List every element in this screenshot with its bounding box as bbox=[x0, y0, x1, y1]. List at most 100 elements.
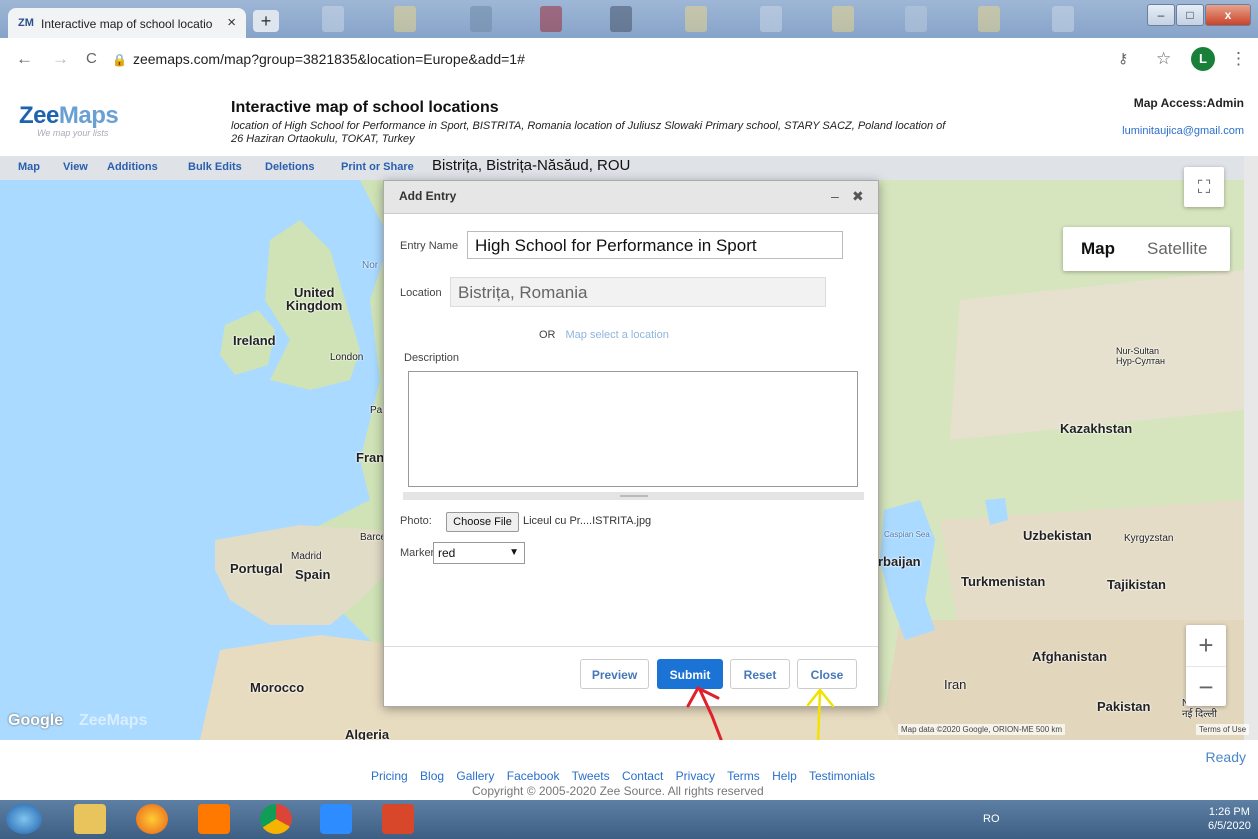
map-label-kazakhstan: Kazakhstan bbox=[1060, 421, 1133, 436]
marker-select[interactable]: red ▼ bbox=[433, 542, 525, 564]
dialog-divider bbox=[384, 646, 878, 647]
footer-link-tweets[interactable]: Tweets bbox=[572, 769, 610, 783]
file-explorer-icon[interactable] bbox=[74, 804, 106, 834]
zoom-app-icon[interactable] bbox=[320, 804, 352, 834]
background-window-icon bbox=[540, 6, 562, 32]
google-logo: Google bbox=[8, 712, 64, 729]
back-icon[interactable]: ← bbox=[16, 49, 33, 69]
background-window-icon bbox=[394, 6, 416, 32]
zoom-in-button[interactable]: + bbox=[1186, 625, 1226, 665]
reload-icon[interactable]: C bbox=[86, 50, 97, 67]
orange-app-icon[interactable] bbox=[198, 804, 230, 834]
tab-title: Interactive map of school locatio bbox=[41, 17, 213, 31]
map-type-satellite-button[interactable]: Satellite bbox=[1147, 239, 1207, 259]
dialog-minimize-icon[interactable]: – bbox=[831, 188, 839, 204]
new-tab-button[interactable]: + bbox=[253, 10, 279, 32]
footer-link-privacy[interactable]: Privacy bbox=[676, 769, 715, 783]
map-description: location of High School for Performance … bbox=[231, 120, 946, 145]
dialog-title: Add Entry bbox=[399, 189, 457, 203]
bookmark-star-icon[interactable]: ☆ bbox=[1156, 49, 1171, 69]
forward-icon[interactable]: → bbox=[52, 49, 69, 69]
lock-icon: 🔒 bbox=[112, 53, 127, 67]
menu-bulk-edits[interactable]: Bulk Edits bbox=[188, 161, 242, 173]
menu-view[interactable]: View bbox=[63, 161, 88, 173]
entry-name-field[interactable]: High School for Performance in Sport bbox=[467, 231, 843, 259]
browser-tab[interactable]: ZM Interactive map of school locatio × bbox=[8, 8, 246, 38]
taskbar-clock[interactable]: 1:26 PM 6/5/2020 bbox=[1208, 805, 1251, 833]
url-text: zeemaps.com/map?group=3821835&location=E… bbox=[132, 51, 525, 67]
footer-link-blog[interactable]: Blog bbox=[420, 769, 444, 783]
footer-link-testimonials[interactable]: Testimonials bbox=[809, 769, 875, 783]
browser-menu-icon[interactable]: ⋮ bbox=[1230, 49, 1247, 69]
footer-link-pricing[interactable]: Pricing bbox=[371, 769, 408, 783]
grip-icon bbox=[620, 495, 648, 497]
or-text: OR bbox=[539, 329, 556, 341]
marker-label: Marker bbox=[400, 547, 435, 559]
map-label-ireland: Ireland bbox=[233, 333, 276, 348]
description-label: Description bbox=[404, 352, 460, 364]
minimize-window-button[interactable]: – bbox=[1147, 4, 1175, 26]
system-tray[interactable]: RO bbox=[983, 813, 1000, 825]
map-label-turkmenistan: Turkmenistan bbox=[961, 574, 1046, 589]
location-field[interactable]: Bistrița, Romania bbox=[450, 277, 826, 307]
close-button[interactable]: Close bbox=[797, 659, 857, 689]
windows-taskbar: RO 1:26 PM 6/5/2020 bbox=[0, 800, 1258, 839]
map-label-pakistan: Pakistan bbox=[1097, 699, 1151, 714]
textarea-resize-handle[interactable] bbox=[403, 492, 864, 500]
office-app-icon[interactable] bbox=[382, 804, 414, 834]
footer-link-help[interactable]: Help bbox=[772, 769, 797, 783]
map-type-map-button[interactable]: Map bbox=[1081, 239, 1115, 259]
menu-additions[interactable]: Additions bbox=[107, 161, 158, 173]
footer-link-contact[interactable]: Contact bbox=[622, 769, 663, 783]
terms-of-use-link[interactable]: Terms of Use bbox=[1196, 724, 1250, 735]
address-bar-row: ← → C 🔒 zeemaps.com/map?group=3821835&loc… bbox=[0, 38, 1258, 81]
dialog-close-icon[interactable]: ✖ bbox=[852, 188, 864, 205]
user-email-link[interactable]: luminitaujica@gmail.com bbox=[1122, 125, 1244, 137]
zoom-out-button[interactable]: − bbox=[1186, 666, 1226, 707]
key-icon[interactable]: ⚷ bbox=[1118, 50, 1128, 67]
preview-button[interactable]: Preview bbox=[580, 659, 649, 689]
menu-print-or-share[interactable]: Print or Share bbox=[341, 161, 414, 173]
footer-link-facebook[interactable]: Facebook bbox=[507, 769, 560, 783]
zoom-control: + − bbox=[1186, 625, 1226, 706]
logo-tagline: We map your lists bbox=[37, 128, 109, 138]
map-label-morocco: Morocco bbox=[250, 680, 305, 695]
zeemaps-favicon-icon: ZM bbox=[18, 17, 34, 29]
background-window-icon bbox=[832, 6, 854, 32]
footer-link-terms[interactable]: Terms bbox=[727, 769, 760, 783]
map-label-caspian-sea: Caspian Sea bbox=[884, 530, 930, 539]
menu-deletions[interactable]: Deletions bbox=[265, 161, 315, 173]
map-attribution: Map data ©2020 Google, ORION-ME 500 km bbox=[898, 724, 1066, 735]
map-label-portugal: Portugal bbox=[230, 561, 283, 576]
map-access-label: Map Access:Admin bbox=[1133, 96, 1244, 110]
zeemaps-logo[interactable]: ZeeMaps bbox=[19, 102, 119, 130]
background-window-icon bbox=[610, 6, 632, 32]
submit-button[interactable]: Submit bbox=[657, 659, 723, 689]
tab-close-icon[interactable]: × bbox=[227, 14, 236, 31]
firefox-icon[interactable] bbox=[136, 804, 168, 834]
or-line: OR Map select a location bbox=[539, 329, 669, 341]
map-label-uk: United Kingdom bbox=[286, 285, 343, 313]
url-field[interactable]: 🔒 zeemaps.com/map?group=3821835&location=… bbox=[112, 47, 1112, 71]
map-select-location-link[interactable]: Map select a location bbox=[566, 329, 669, 341]
window-controls: – □ x bbox=[1147, 4, 1251, 26]
chrome-icon[interactable] bbox=[260, 804, 292, 834]
reset-button[interactable]: Reset bbox=[730, 659, 790, 689]
profile-avatar[interactable]: L bbox=[1191, 47, 1215, 71]
dialog-header[interactable]: Add Entry – ✖ bbox=[384, 181, 878, 214]
background-window-icon bbox=[685, 6, 707, 32]
footer-link-gallery[interactable]: Gallery bbox=[456, 769, 494, 783]
background-window-icon bbox=[470, 6, 492, 32]
close-window-button[interactable]: x bbox=[1205, 4, 1251, 26]
zeemaps-watermark: ZeeMaps bbox=[79, 712, 148, 729]
choose-file-button[interactable]: Choose File bbox=[446, 512, 519, 532]
chevron-down-icon: ▼ bbox=[509, 547, 519, 558]
map-menu-bar: Map View Additions Bulk Edits Deletions … bbox=[0, 156, 1258, 180]
map-label-france: Fran bbox=[356, 450, 385, 465]
menu-map[interactable]: Map bbox=[18, 161, 40, 173]
fullscreen-icon[interactable]: ⛶ bbox=[1184, 167, 1224, 207]
description-textarea[interactable] bbox=[408, 371, 858, 487]
windows-start-icon[interactable] bbox=[6, 804, 42, 834]
maximize-window-button[interactable]: □ bbox=[1176, 4, 1204, 26]
map-label-algeria: Algeria bbox=[345, 727, 390, 740]
